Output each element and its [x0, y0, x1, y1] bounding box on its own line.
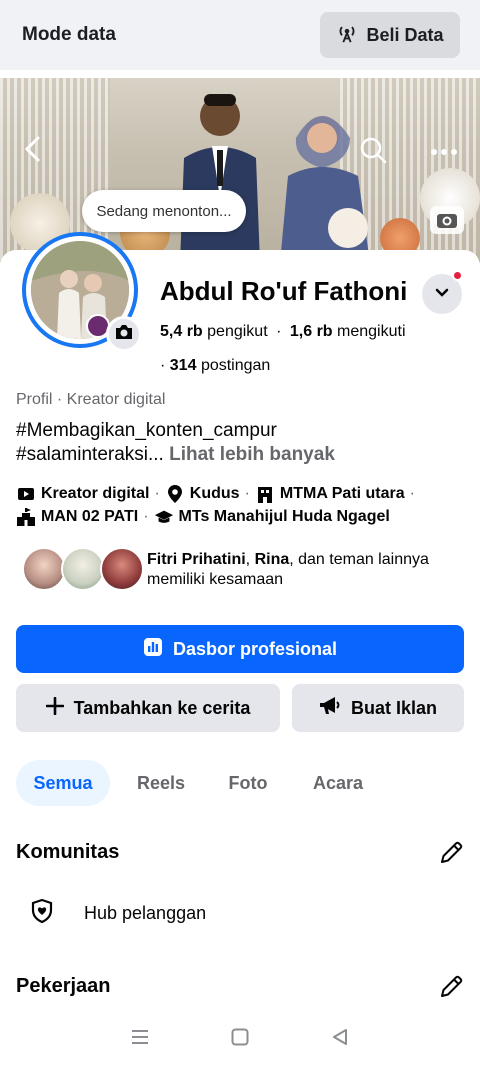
school-building-icon [16, 507, 36, 527]
shield-heart-icon [30, 898, 54, 929]
profile-name: Abdul Ro'uf Fathoni [160, 276, 408, 306]
details-row-1: Kreator digital · Kudus · MTMA Pati utar… [16, 484, 466, 504]
search-icon[interactable] [358, 135, 388, 170]
system-nav-bar [0, 1012, 480, 1066]
more-options-icon[interactable] [430, 144, 458, 162]
posts-label: postingan [200, 357, 271, 374]
tab-photos[interactable]: Foto [212, 760, 284, 806]
followers-label: pengikut [207, 323, 268, 340]
camera-icon [114, 323, 134, 346]
graduation-cap-icon [154, 507, 174, 527]
add-to-story-label: Tambahkan ke cerita [73, 697, 251, 718]
customer-hub-label: Hub pelanggan [84, 903, 207, 923]
detail-school-3[interactable]: MTs Manahijul Huda Ngagel [179, 508, 390, 526]
tab-all[interactable]: Semua [16, 760, 110, 806]
dashboard-label: Dasbor profesional [172, 638, 338, 659]
bio-line-2: #salaminteraksi... Lihat lebih banyak [16, 444, 335, 466]
professional-dashboard-button[interactable]: Dasbor profesional [16, 625, 464, 673]
following-label: mengikuti [337, 323, 406, 340]
detail-school-1[interactable]: MTMA Pati utara [280, 485, 405, 503]
chevron-down-icon [435, 285, 449, 303]
mutual-avatar-2[interactable] [61, 547, 105, 591]
tab-events[interactable]: Acara [296, 760, 380, 806]
followers-count[interactable]: 5,4 rb [160, 323, 203, 340]
home-icon[interactable] [230, 1027, 250, 1052]
bio-line-2-text: #salaminteraksi... [16, 444, 164, 465]
mutual-line-2: memiliki kesamaan [147, 571, 284, 588]
buy-data-label: Beli Data [366, 24, 444, 45]
posts-stats: · 314 postingan [160, 357, 271, 374]
create-ad-label: Buat Iklan [350, 697, 438, 718]
status-bubble[interactable]: Sedang menonton... [82, 190, 246, 232]
back-arrow-icon[interactable] [20, 134, 44, 169]
megaphone-icon [319, 696, 341, 721]
dashboard-icon [143, 637, 163, 662]
bio-line-1: #Membagikan_konten_campur [16, 420, 277, 441]
buy-data-button[interactable]: Beli Data [320, 12, 460, 58]
data-mode-bar: Mode data Beli Data [0, 0, 480, 70]
menu-icon[interactable] [130, 1028, 150, 1051]
detail-creator[interactable]: Kreator digital [41, 485, 149, 503]
detail-school-2[interactable]: MAN 02 PATI [41, 508, 138, 526]
data-mode-title: Mode data [22, 24, 116, 45]
mutual-suffix: , dan teman lainnya [289, 551, 429, 568]
cover-camera-icon[interactable] [430, 206, 464, 234]
edit-community-icon[interactable] [438, 840, 464, 866]
broadcast-icon [336, 22, 358, 49]
tab-reels[interactable]: Reels [122, 760, 200, 806]
customer-hub-item[interactable]: Hub pelanggan [30, 898, 206, 929]
work-section-title: Pekerjaan [16, 975, 111, 997]
back-icon[interactable] [330, 1027, 350, 1052]
posts-count[interactable]: 314 [170, 357, 197, 374]
mutual-name-1: Fitri Prihatini [147, 551, 246, 568]
location-icon [165, 484, 185, 504]
plus-icon [45, 696, 64, 720]
create-ad-button[interactable]: Buat Iklan [292, 684, 464, 732]
add-to-story-button[interactable]: Tambahkan ke cerita [16, 684, 280, 732]
mutual-name-2: Rina [254, 551, 290, 568]
profile-category: Profil · Kreator digital [16, 391, 166, 408]
follow-stats: 5,4 rb pengikut · 1,6 rb mengikuti [160, 323, 406, 340]
following-count[interactable]: 1,6 rb [290, 323, 333, 340]
mutual-avatar-3[interactable] [100, 547, 144, 591]
see-more-link[interactable]: Lihat lebih banyak [169, 444, 335, 465]
school-icon [255, 484, 275, 504]
detail-location[interactable]: Kudus [190, 485, 240, 503]
community-section-title: Komunitas [16, 841, 120, 863]
mutual-avatar-1[interactable] [22, 547, 66, 591]
notification-dot [452, 270, 463, 281]
avatar-camera-button[interactable] [106, 316, 142, 352]
edit-work-icon[interactable] [438, 974, 464, 1000]
creator-icon [16, 484, 36, 504]
details-row-2: MAN 02 PATI · MTs Manahijul Huda Ngagel [16, 507, 466, 527]
mutual-friends-text[interactable]: Fitri Prihatini, Rina, dan teman lainnya… [147, 550, 467, 590]
